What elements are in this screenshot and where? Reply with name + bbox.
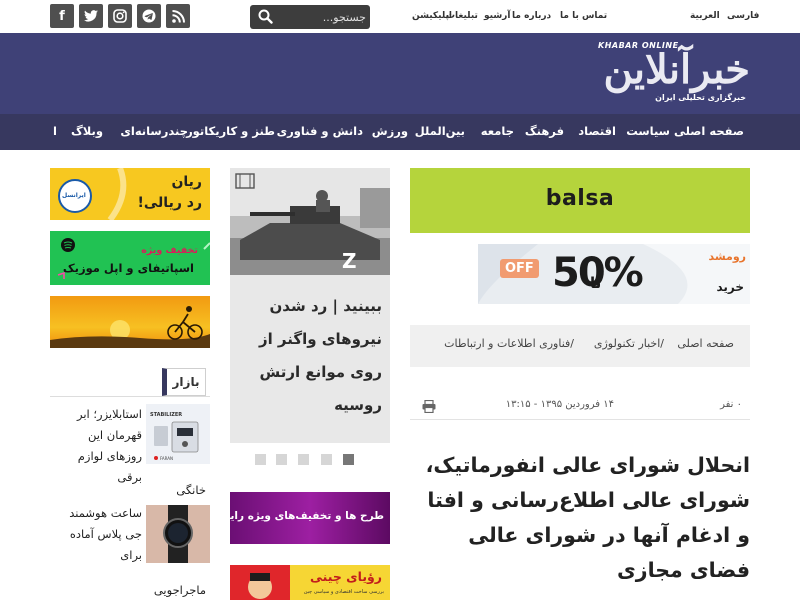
ad-chinese-sub: بررسی‌ ساخت اقتصادی و سیاسی چین [303,589,384,595]
nav-multimedia[interactable]: چندرسانه‌ای [120,124,188,138]
facebook-icon[interactable]: f [50,4,74,28]
ad-irancell[interactable]: ایرانسل ریان رد ریالی! [50,168,210,220]
nav-politics[interactable]: سیاست [626,124,670,138]
nav-home[interactable]: صفحه اصلی [674,124,744,138]
slider-image: Z [230,168,390,275]
bazaar-tab[interactable]: بازار [162,368,206,396]
nav-blog[interactable]: وبلاگ [71,124,103,138]
stabilizer-image[interactable]: STABILIZER FARAN [146,404,210,464]
ad-balsa[interactable]: balsa [410,168,750,233]
logo-text: خبرآنلاین [603,46,752,93]
twitter-icon[interactable] [79,4,103,28]
ad-spotify-line2: اسپاتیفای و اپل موزیک [62,261,194,275]
smartwatch-image[interactable] [146,505,210,563]
search-box [250,5,370,29]
bazaar-item-title[interactable]: ساعت هوشمند جی پلاس آماده برای [54,503,142,566]
print-icon[interactable] [422,398,436,417]
link-about[interactable]: درباره ما [512,11,551,21]
lang-arabic[interactable]: العربية [690,11,720,21]
article-date: ۱۴ فروردین ۱۳۹۵ - ۱۳:۱۵ [505,399,614,410]
search-input[interactable] [282,7,366,27]
breadcrumb-home[interactable]: صفحه اصلی [677,337,734,350]
nav-economy[interactable]: اقتصاد [578,124,616,138]
top-bar: f تماس با ما درباره ما آرشیو تبلیغات اپل… [0,0,800,33]
view-count: ۰ نفر [720,399,742,410]
cyclist-silhouette [50,306,210,348]
nav-culture[interactable]: فرهنگ [525,124,564,138]
nav-more[interactable]: ا [53,124,57,138]
bazaar-item-tag: ماجراجویی [153,583,206,597]
instagram-icon[interactable] [108,4,132,28]
ad-chinese-title: رؤیای چینی [309,569,382,584]
main-nav: صفحه اصلی سیاست اقتصاد فرهنگ جامعه بین‌ا… [0,114,800,150]
ad-sunset-image[interactable] [50,296,210,348]
slider-dot[interactable] [321,454,332,465]
nav-international[interactable]: بین‌الملل [415,124,465,138]
slider-dot-active[interactable] [343,454,354,465]
ad-irancell-line1: ریان [171,174,202,190]
off-label: OFF [500,259,539,278]
lang-farsi[interactable]: فارسی [727,11,759,21]
balsa-label: balsa [545,186,615,211]
link-archive[interactable]: آرشیو [484,11,510,21]
link-contact[interactable]: تماس با ما [560,11,607,21]
logo-tagline: خبرگزاری تحلیلی ایران [655,93,746,102]
ad-irancell-line2: رد ریالی! [137,195,203,211]
ad-rightel-text: طرح ها و تخفیف‌های ویژه رایتل [230,510,384,522]
ad-offer-banner[interactable]: OFF 50% تا رومشد خرید [478,244,750,304]
slider-title[interactable]: ببینید | رد شدن نیروهای واگنر از روی موا… [232,290,382,422]
svg-text:FARAN: FARAN [160,456,173,461]
spotify-icon: ♪ [57,238,210,279]
divider [50,396,210,397]
breadcrumb-ict[interactable]: /فناوری اطلاعات و ارتباطات [444,337,574,350]
off-brand: رومشد [708,250,746,263]
slider-dot[interactable] [276,454,287,465]
breadcrumb-tech-news[interactable]: /اخبار تکنولوژی [594,337,664,350]
svg-text:Z: Z [342,249,357,273]
rss-icon[interactable] [166,4,190,28]
ad-spotify[interactable]: ♪ تخفیف ویژه اسپاتیفای و اپل موزیک [50,231,210,285]
bazaar-item-tag: خانگی [176,483,206,497]
ad-irancell-logo: ایرانسل [62,192,86,199]
stabilizer-text: STABILIZER [150,412,182,418]
breadcrumb: صفحه اصلی /اخبار تکنولوژی /فناوری اطلاعا… [410,325,750,367]
bazaar-label: بازار [172,375,200,389]
site-logo[interactable]: KHABAR ONLINE خبرآنلاین خبرگزاری تحلیلی … [590,41,752,111]
ad-rightel[interactable]: طرح ها و تخفیف‌های ویژه رایتل [230,492,390,544]
off-ta: تا [590,274,602,292]
nav-tech[interactable]: دانش و فناوری [277,124,363,138]
telegram-icon[interactable] [137,4,161,28]
slider-dot[interactable] [298,454,309,465]
slider-dot[interactable] [255,454,266,465]
article-title: انحلال شورای عالی انفورماتیک، شورای عالی… [425,453,750,582]
nav-society[interactable]: جامعه [481,124,514,138]
nav-sports[interactable]: ورزش [372,124,408,138]
off-cta: خرید [716,280,744,294]
search-icon[interactable] [258,9,273,28]
header: KHABAR ONLINE خبرآنلاین خبرگزاری تحلیلی … [0,33,800,114]
link-app[interactable]: اپلیکیشن [412,11,452,21]
news-slider[interactable]: Z ببینید | رد شدن نیروهای واگنر از روی م… [230,168,390,443]
article-meta: ۰ نفر ۱۴ فروردین ۱۳۹۵ - ۱۳:۱۵ [410,390,750,420]
bazaar-item-title[interactable]: استابلایزر؛ ابر قهرمان این روزهای لوازم … [54,404,142,488]
ad-chinese-dream[interactable]: رؤیای چینی بررسی‌ ساخت اقتصادی و سیاسی چ… [230,565,390,600]
ad-spotify-line1: تخفیف ویژه [141,245,198,256]
nav-humor[interactable]: طنز و کاریکاتور [186,124,275,138]
